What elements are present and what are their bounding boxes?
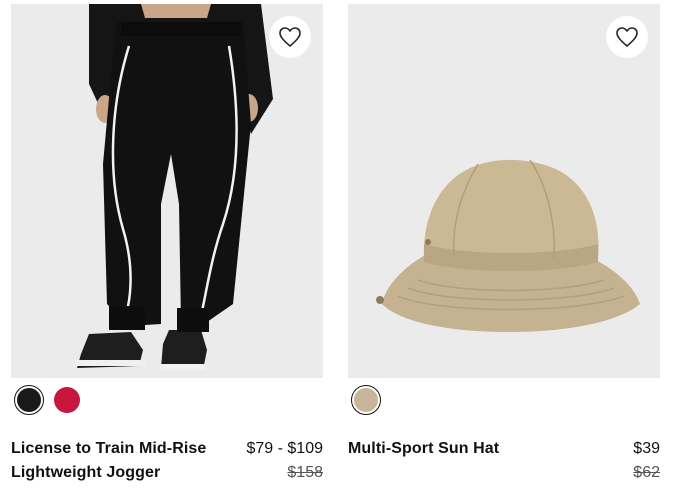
product-name[interactable]: License to Train Mid-Rise Lightweight Jo… [11,437,211,485]
swatch-color [54,387,80,413]
wishlist-button[interactable] [269,16,311,58]
price-original: $158 [287,464,323,481]
price-current: $39 [633,440,660,457]
swatch-color [354,388,378,412]
swatch-khaki[interactable] [351,385,381,415]
product-prices: $79 - $109 $158 [246,437,323,485]
product-info: License to Train Mid-Rise Lightweight Jo… [11,437,323,485]
swatch-color [17,388,41,412]
heart-outline-icon [616,27,638,47]
product-card: Multi-Sport Sun Hat $39 $62 [348,4,660,481]
color-swatches [351,385,381,415]
swatch-black[interactable] [14,385,44,415]
wishlist-button[interactable] [606,16,648,58]
product-grid: License to Train Mid-Rise Lightweight Jo… [0,0,673,489]
price-current: $79 - $109 [246,440,323,457]
heart-outline-icon [279,27,301,47]
price-original: $62 [633,464,660,481]
product-name[interactable]: Multi-Sport Sun Hat [348,437,499,461]
product-info: Multi-Sport Sun Hat $39 $62 [348,437,660,485]
color-swatches [14,385,82,415]
product-prices: $39 $62 [633,437,660,485]
product-image-sun-hat[interactable] [348,4,660,378]
swatch-red[interactable] [52,385,82,415]
product-card: License to Train Mid-Rise Lightweight Jo… [11,4,323,481]
product-image-jogger[interactable] [11,4,323,378]
